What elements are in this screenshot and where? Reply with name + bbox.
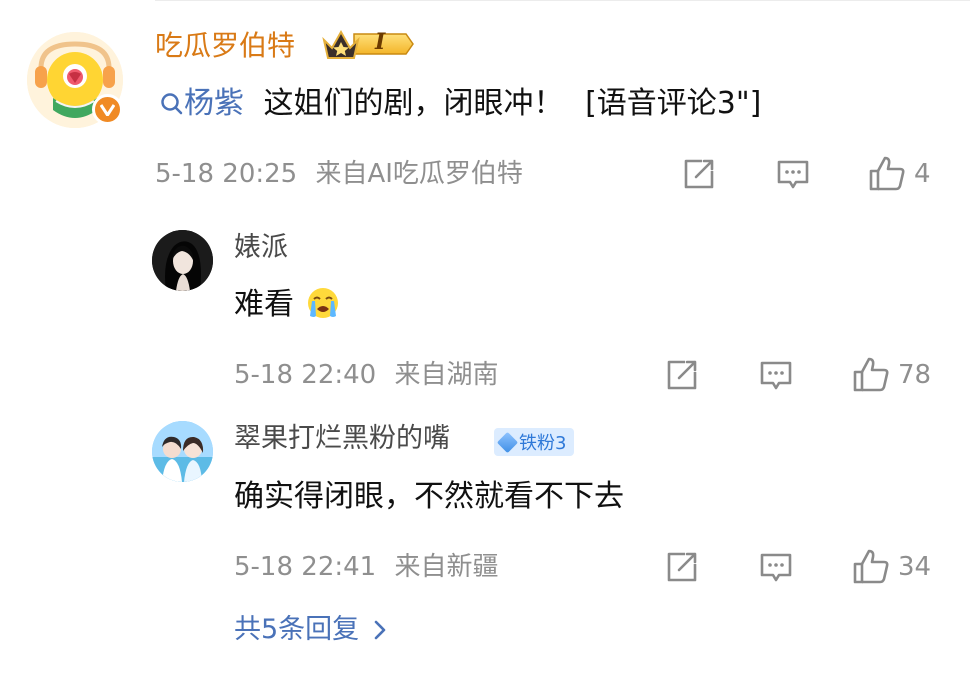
repost-icon bbox=[667, 552, 697, 582]
comment-button[interactable] bbox=[759, 358, 793, 392]
timestamp: 5-18 22:40 bbox=[234, 360, 377, 390]
username[interactable]: 吃瓜罗伯特 bbox=[155, 29, 295, 63]
comment-text: 杨紫 这姐们的剧，闭眼冲！ [语音评论3"] bbox=[160, 84, 761, 124]
thumbs-up-icon bbox=[869, 156, 905, 191]
view-all-replies-link[interactable]: 共5条回复 bbox=[234, 612, 387, 648]
comment-button[interactable] bbox=[776, 157, 810, 191]
top-divider bbox=[155, 0, 970, 1]
vip-level-label: I bbox=[375, 29, 386, 55]
like-button[interactable]: 4 bbox=[868, 155, 931, 193]
topic-link[interactable]: 杨紫 bbox=[160, 86, 254, 121]
thumbs-up-icon bbox=[853, 357, 889, 392]
reply-meta: 5-18 22:40 来自湖南 bbox=[234, 358, 498, 392]
repost-button[interactable] bbox=[665, 550, 699, 584]
verified-v-icon bbox=[92, 94, 123, 125]
location-source: 来自湖南 bbox=[394, 360, 499, 390]
location-source: 来自新疆 bbox=[394, 552, 499, 582]
comment-button[interactable] bbox=[759, 550, 793, 584]
fan-level-badge[interactable]: 铁粉3 bbox=[494, 428, 575, 456]
username[interactable]: 婊派 bbox=[234, 231, 288, 265]
comment-icon bbox=[777, 160, 809, 189]
like-count: 34 bbox=[898, 552, 932, 582]
avatar-image bbox=[152, 230, 213, 291]
timestamp: 5-18 20:25 bbox=[155, 159, 298, 189]
like-button[interactable]: 34 bbox=[852, 548, 931, 586]
like-count: 78 bbox=[898, 360, 932, 390]
repost-button[interactable] bbox=[665, 358, 699, 392]
avatar[interactable] bbox=[152, 421, 213, 482]
like-count: 4 bbox=[914, 159, 931, 189]
username[interactable]: 翠果打烂黑粉的嘴 bbox=[234, 422, 450, 456]
timestamp: 5-18 22:41 bbox=[234, 552, 377, 582]
voice-comment-link[interactable]: [语音评论3"] bbox=[585, 86, 761, 121]
comment-icon bbox=[760, 553, 792, 582]
reply-body: 难看 bbox=[234, 287, 294, 322]
diamond-icon bbox=[496, 431, 519, 453]
location-source: 来自AI吃瓜罗伯特 bbox=[315, 159, 523, 189]
avatar-image bbox=[152, 421, 213, 482]
comment-icon bbox=[760, 361, 792, 390]
reply-meta: 5-18 22:41 来自新疆 bbox=[234, 550, 498, 584]
repost-icon bbox=[684, 159, 714, 189]
repost-icon bbox=[667, 360, 697, 390]
fan-level-label: 铁粉3 bbox=[519, 433, 567, 454]
vip-crown-badge[interactable]: I bbox=[320, 26, 414, 62]
view-all-replies-label: 共5条回复 bbox=[234, 614, 360, 645]
reply-body: 确实得闭眼，不然就看不下去 bbox=[234, 479, 624, 514]
like-button[interactable]: 78 bbox=[852, 356, 931, 394]
reply-text: 难看 bbox=[234, 285, 340, 325]
comment-body: 这姐们的剧，闭眼冲！ bbox=[263, 86, 564, 121]
search-icon bbox=[161, 93, 183, 115]
avatar[interactable] bbox=[152, 230, 213, 291]
comment-meta: 5-18 20:25 来自AI吃瓜罗伯特 bbox=[155, 157, 523, 191]
repost-button[interactable] bbox=[682, 157, 716, 191]
reply-text: 确实得闭眼，不然就看不下去 bbox=[234, 477, 624, 517]
crying-emoji-icon bbox=[307, 288, 338, 318]
topic-label: 杨紫 bbox=[184, 86, 244, 121]
chevron-right-icon bbox=[374, 620, 386, 640]
thumbs-up-icon bbox=[853, 549, 889, 584]
